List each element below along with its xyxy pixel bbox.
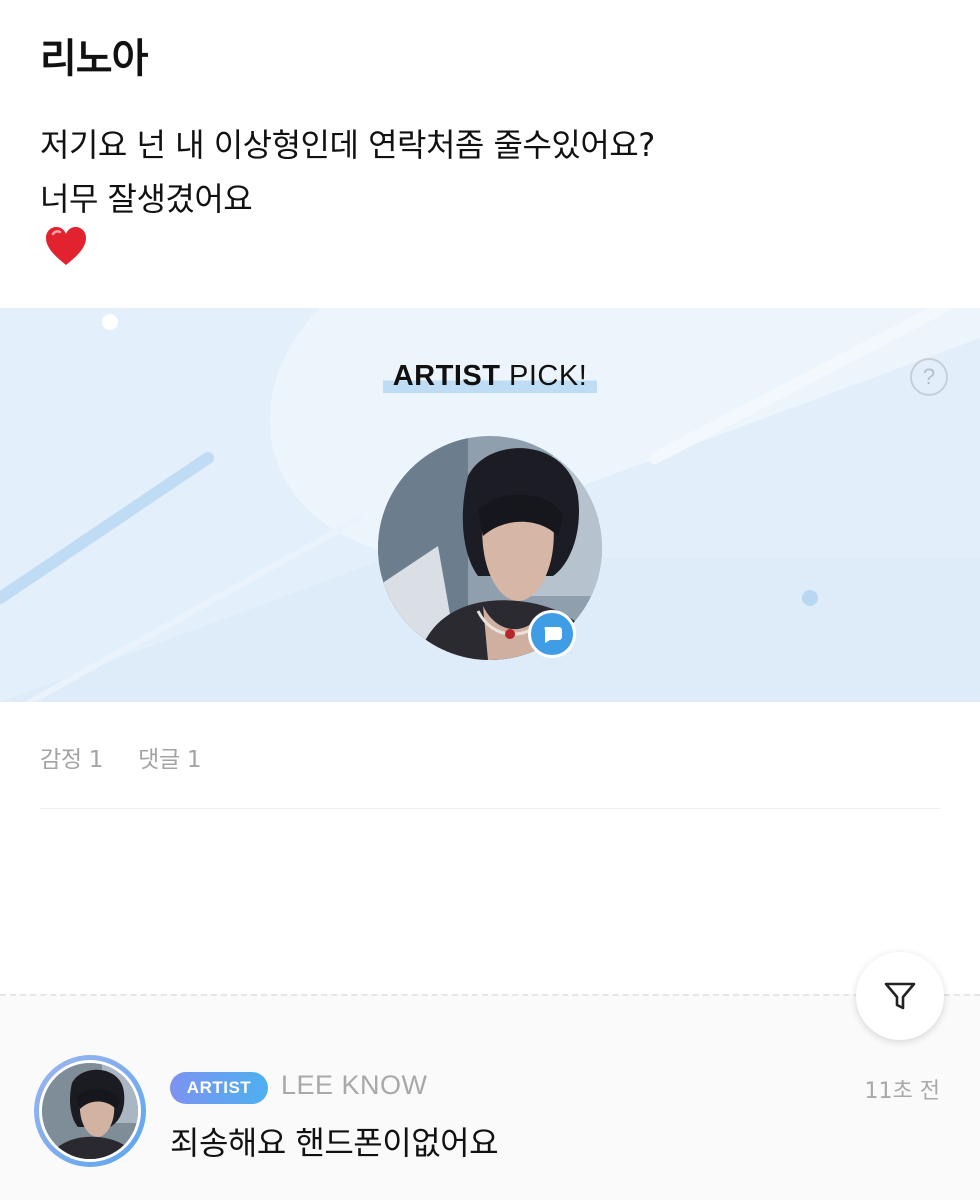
emotion-count[interactable]: 감정 1 (40, 747, 103, 773)
comment-count[interactable]: 댓글 1 (138, 747, 201, 773)
chat-bubble-icon (544, 627, 562, 643)
artist-pick-title: ARTIST PICK! (0, 360, 980, 393)
filter-icon (884, 982, 916, 1010)
comment-section (0, 994, 980, 1200)
chat-badge (528, 610, 576, 658)
artist-badge: ARTIST (170, 1072, 268, 1104)
post-body: 저기요 넌 내 이상형인데 연락처좀 줄수있어요? 너무 잘생겼어요 (40, 118, 940, 226)
artist-pick-banner: ARTIST PICK! ? (0, 308, 980, 702)
help-button[interactable]: ? (910, 358, 948, 396)
divider (40, 808, 940, 809)
commenter-name[interactable]: LEE KNOW (281, 1070, 428, 1101)
post-stats: 감정 1 댓글 1 (40, 740, 229, 774)
post-line: 너무 잘생겼어요 (40, 180, 253, 218)
post-line: 저기요 넌 내 이상형인데 연락처좀 줄수있어요? (40, 126, 655, 164)
comment-text: 죄송해요 핸드폰이없어요 (170, 1124, 499, 1162)
filter-button[interactable] (856, 952, 944, 1040)
comment-timestamp: 11초 전 (864, 1079, 940, 1104)
post-author: 리노아 (40, 36, 148, 82)
comment-avatar[interactable] (34, 1055, 146, 1167)
commenter-photo (42, 1063, 138, 1159)
heart-icon (46, 227, 86, 265)
